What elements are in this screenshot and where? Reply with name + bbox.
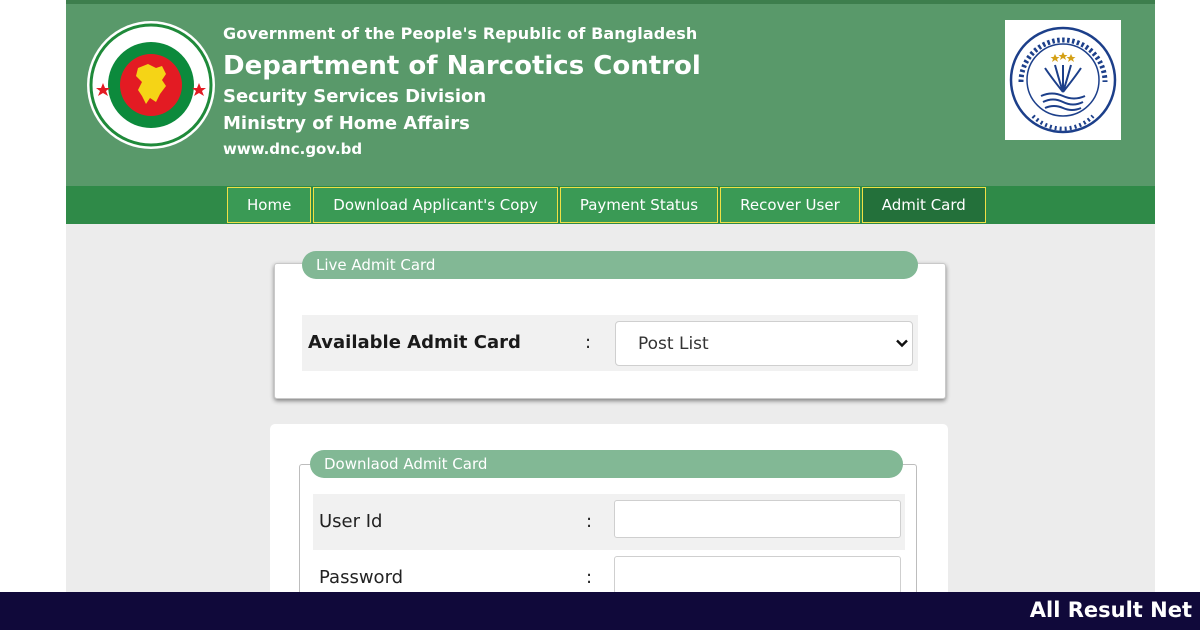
post-list-select[interactable]: Post List [615, 321, 913, 366]
colon-separator: : [585, 332, 592, 353]
main-navbar: Home Download Applicant's Copy Payment Sta… [66, 186, 1155, 224]
live-admit-card-legend: Live Admit Card [302, 251, 918, 279]
user-id-row: User Id : [313, 494, 905, 550]
nav-item-download-applicant-s-copy[interactable]: Download Applicant's Copy [313, 187, 558, 223]
header: Government of the People's Republic of B… [66, 0, 1155, 186]
user-id-label: User Id [319, 511, 383, 532]
post-list-select-value: Post List [638, 334, 709, 354]
header-text-block: Government of the People's Republic of B… [223, 24, 701, 158]
nav-item-payment-status[interactable]: Payment Status [559, 187, 719, 223]
available-admit-card-row: Available Admit Card : Post List [302, 315, 918, 371]
page: Government of the People's Republic of B… [66, 0, 1155, 604]
download-admit-card-legend: Downlaod Admit Card [310, 450, 903, 478]
nav-item-recover-user[interactable]: Recover User [720, 187, 860, 223]
dnc-logo-icon [1005, 20, 1121, 140]
ministry-name: Ministry of Home Affairs [223, 113, 470, 134]
chevron-down-icon [896, 339, 908, 348]
available-admit-card-label: Available Admit Card [308, 332, 521, 353]
password-input[interactable] [614, 556, 901, 594]
nav-item-home[interactable]: Home [227, 187, 312, 223]
password-label: Password [319, 567, 404, 588]
department-name: Department of Narcotics Control [223, 51, 701, 81]
division-name: Security Services Division [223, 86, 487, 107]
download-admit-card-panel: Downlaod Admit Card User Id : Password : [270, 424, 948, 604]
government-name: Government of the People's Republic of B… [223, 24, 698, 43]
live-admit-card-panel: Live Admit Card Available Admit Card : P… [274, 251, 946, 399]
colon-separator: : [586, 567, 593, 588]
watermark-brand: All Result Net [1029, 598, 1192, 622]
user-id-input[interactable] [614, 500, 901, 538]
colon-separator: : [586, 511, 593, 532]
website-url: www.dnc.gov.bd [223, 140, 363, 158]
nav-item-admit-card[interactable]: Admit Card [861, 187, 986, 223]
nav-items: Home Download Applicant's Copy Payment Sta… [227, 187, 986, 223]
watermark-bar: All Result Net [0, 592, 1200, 630]
bangladesh-government-seal-icon [87, 21, 215, 149]
